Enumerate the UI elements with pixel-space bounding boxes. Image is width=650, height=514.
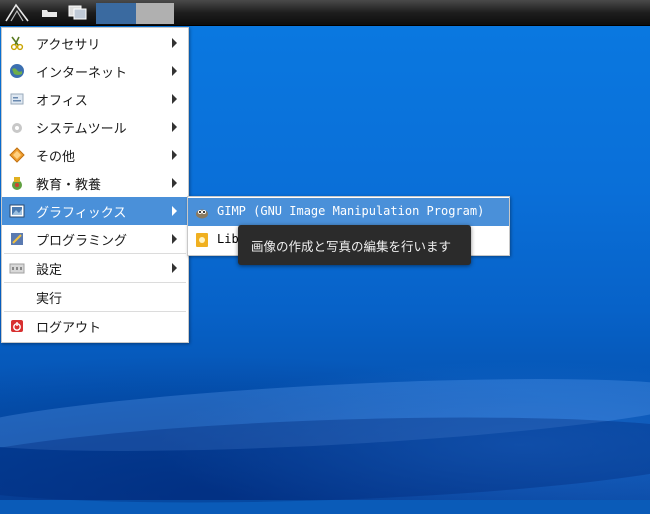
menu-item-label: オフィス [36, 94, 88, 109]
application-menu: アクセサリ インターネット オフィス システムツール その他 教育・教養 グラフ… [1, 27, 189, 343]
file-manager-button[interactable] [38, 2, 62, 23]
tooltip: 画像の作成と写真の編集を行います [238, 225, 471, 265]
menu-item-graphics[interactable]: グラフィックス [2, 197, 188, 225]
submenu-arrow-icon [172, 178, 177, 188]
submenu-item-gimp[interactable]: GIMP (GNU Image Manipulation Program) [188, 198, 509, 226]
start-menu-button[interactable] [2, 2, 32, 23]
start-logo-icon [5, 3, 29, 22]
workspace-1[interactable] [96, 3, 136, 24]
diamond-misc-icon [9, 147, 25, 163]
menu-item-education[interactable]: 教育・教養 [2, 169, 188, 197]
libreoffice-draw-icon [196, 233, 208, 247]
menu-item-label: インターネット [36, 66, 128, 81]
tooltip-text: 画像の作成と写真の編集を行います [251, 239, 452, 254]
submenu-arrow-icon [172, 38, 177, 48]
menu-item-internet[interactable]: インターネット [2, 57, 188, 85]
submenu-item-label: GIMP (GNU Image Manipulation Program) [217, 204, 485, 218]
menu-item-label: ログアウト [36, 321, 102, 336]
submenu-item-label: Lib [217, 232, 239, 246]
scissors-accessories-icon [10, 36, 24, 51]
menu-item-accessories[interactable]: アクセサリ [2, 29, 188, 57]
menu-item-settings[interactable]: 設定 [2, 254, 188, 282]
logout-icon [11, 320, 23, 332]
office-document-icon [10, 93, 24, 105]
submenu-arrow-icon [172, 66, 177, 76]
submenu-arrow-icon [172, 206, 177, 216]
menu-item-label: グラフィックス [36, 206, 127, 221]
menu-item-label: 教育・教養 [36, 178, 102, 193]
globe-icon [10, 64, 24, 78]
menu-item-label: アクセサリ [36, 38, 101, 53]
gear-icon [12, 123, 22, 133]
settings-icon [9, 263, 25, 274]
education-icon [12, 177, 22, 190]
menu-item-system-tools[interactable]: システムツール [2, 113, 188, 141]
show-desktop-button[interactable] [66, 2, 90, 23]
submenu-arrow-icon [172, 94, 177, 104]
menu-item-label: その他 [36, 150, 76, 165]
menu-item-label: プログラミング [36, 234, 128, 249]
submenu-arrow-icon [172, 122, 177, 132]
windows-icon [68, 5, 87, 20]
programming-icon [11, 233, 23, 245]
menu-item-other[interactable]: その他 [2, 141, 188, 169]
folder-icon [42, 10, 57, 17]
gimp-icon [196, 209, 208, 219]
taskbar [0, 0, 650, 26]
menu-item-label: システムツール [36, 122, 127, 137]
graphics-icon [9, 204, 25, 218]
menu-item-programming[interactable]: プログラミング [2, 225, 188, 253]
menu-item-office[interactable]: オフィス [2, 85, 188, 113]
submenu-arrow-icon [172, 234, 177, 244]
menu-item-run[interactable]: 実行 [2, 283, 188, 311]
menu-item-label: 実行 [36, 292, 63, 307]
menu-item-logout[interactable]: ログアウト [2, 312, 188, 340]
submenu-arrow-icon [172, 150, 177, 160]
submenu-arrow-icon [172, 263, 177, 273]
workspace-2[interactable] [136, 3, 174, 24]
menu-item-label: 設定 [36, 263, 63, 278]
